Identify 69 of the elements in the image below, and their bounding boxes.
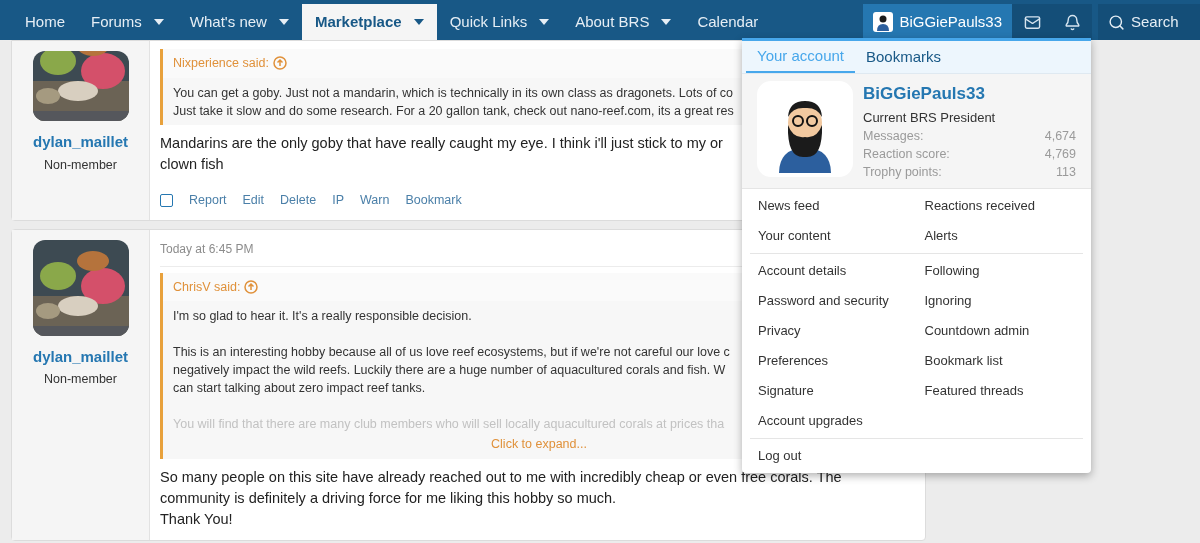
menu-item[interactable]: News feed (750, 191, 917, 221)
menu-item[interactable]: Ignoring (916, 286, 1083, 316)
user-title: Non-member (44, 156, 117, 174)
nav-tab[interactable]: Quick Links (436, 4, 563, 40)
search-icon (1108, 13, 1125, 31)
nav-tab[interactable]: About BRS (562, 4, 685, 40)
post-action-link[interactable]: Edit (242, 190, 265, 210)
inbox-button[interactable] (1012, 4, 1052, 40)
quote-text: I'm so glad to hear it. It's a really responsible decision. (173, 308, 472, 326)
caret-icon (413, 19, 424, 25)
nav-tab[interactable]: Marketplace (301, 4, 437, 40)
menu-item[interactable]: Account upgrades (750, 406, 917, 436)
quote-text: Just take it slow and do some research. For a 20 gallon tank, check out nano-reef.com, its a great res (173, 102, 734, 120)
nav-tab[interactable]: Calendar (684, 4, 772, 40)
nav-tab[interactable]: What's new (176, 4, 302, 40)
quote-text: negatively impact the wild reefs. Luckily there are a huge number of aquacultured corals and fish. W (173, 362, 726, 380)
quote-text: This is an interesting hobby because all of us love reef ecosystems, but if we're not careful our love c (173, 344, 730, 362)
bell-icon (1063, 13, 1081, 31)
menu-item[interactable]: Preferences (750, 346, 917, 376)
stat-label: Messages: (863, 128, 924, 145)
menu-item[interactable]: Following (916, 256, 1083, 286)
user-menu-button[interactable]: BiGGiePauls33 (863, 4, 1012, 40)
menu-item[interactable]: Reactions received (916, 191, 1083, 221)
post-action-link[interactable]: IP (332, 190, 345, 210)
post-action-link[interactable]: Report (189, 190, 227, 210)
quote-text: can start talking about zero impact reef tanks. (173, 380, 426, 398)
quote-text: You can get a goby. Just not a mandarin, which is technically in its own class as dragonets. Lots of co (173, 84, 734, 102)
stat-value: 113 (1056, 164, 1076, 181)
mail-icon (1023, 13, 1041, 31)
menu-item[interactable]: Signature (750, 376, 917, 406)
menu-item[interactable]: Account details (750, 256, 917, 286)
nav-tab[interactable]: Home (12, 4, 78, 40)
post-timestamp[interactable]: Today at 6:45 PM (160, 241, 254, 256)
post-text: clown fish (160, 154, 224, 174)
arrow-up-circle-icon[interactable] (272, 56, 287, 71)
post-text: Mandarins are the only goby that have really caught my eye. I think i'll just stick to my or (160, 133, 723, 153)
caret-icon (539, 19, 550, 25)
select-checkbox[interactable] (160, 193, 173, 207)
menu-item[interactable]: Featured threads (916, 376, 1083, 406)
stat-label: Reaction score: (863, 146, 950, 163)
stat-value: 4,769 (1044, 146, 1076, 163)
caret-icon (153, 19, 164, 25)
search-button[interactable]: Search (1098, 4, 1200, 40)
avatar-icon (873, 12, 894, 32)
alerts-button[interactable] (1052, 4, 1092, 40)
menu-item[interactable]: Countdown admin (916, 316, 1083, 346)
menu-item[interactable]: Password and security (750, 286, 917, 316)
post-action-link[interactable]: Delete (280, 190, 317, 210)
caret-icon (278, 19, 289, 25)
menu-item[interactable]: Bookmark list (916, 346, 1083, 376)
post-action-link[interactable]: Bookmark (405, 190, 462, 210)
stat-label: Trophy points: (863, 164, 942, 181)
post-text: Thank You! (160, 510, 233, 529)
user-title: Non-member (44, 371, 117, 388)
caret-icon (661, 19, 672, 25)
menu-item[interactable]: Privacy (750, 316, 917, 346)
nav-tab[interactable]: Forums (78, 4, 177, 40)
menu-item[interactable]: Log out (750, 441, 917, 471)
menu-item[interactable]: Your content (750, 221, 917, 251)
username-link[interactable]: dylan_maillet (32, 131, 128, 154)
arrow-up-circle-icon[interactable] (244, 279, 259, 294)
stat-value: 4,674 (1044, 128, 1076, 145)
profile-name[interactable]: BiGGiePauls33 (863, 81, 1076, 107)
menu-item[interactable]: Alerts (916, 221, 1083, 251)
post-text: community is definitely a driving force for me liking this hobby so much. (160, 489, 617, 508)
username-link[interactable]: dylan_maillet (32, 345, 128, 368)
profile-title: Current BRS President (863, 108, 997, 127)
post-action-link[interactable]: Warn (360, 190, 390, 210)
menu-tab[interactable]: Bookmarks (855, 41, 953, 73)
